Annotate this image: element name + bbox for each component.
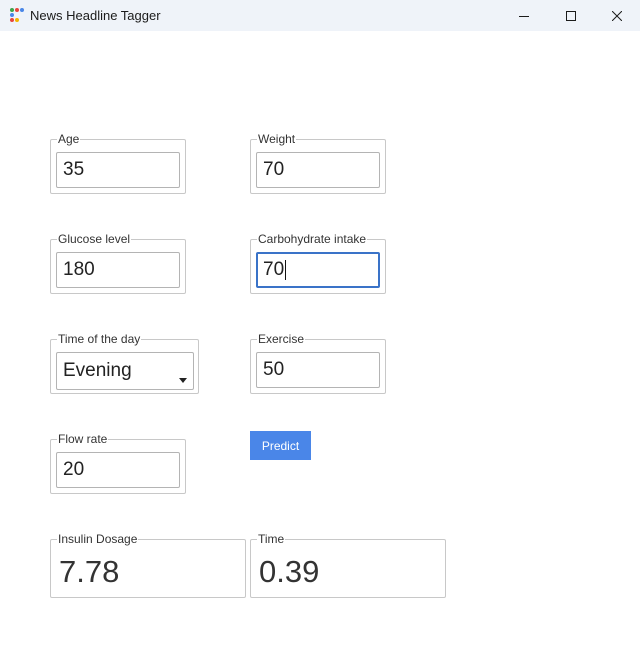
text-caret	[285, 260, 287, 280]
minimize-icon	[519, 15, 529, 17]
flow-rate-label: Flow rate	[57, 432, 109, 446]
close-button[interactable]	[594, 0, 640, 31]
close-icon	[612, 10, 622, 21]
weight-group: Weight 70	[250, 132, 386, 194]
time-of-day-label: Time of the day	[57, 332, 142, 346]
carbs-input[interactable]: 70	[256, 252, 380, 288]
age-input[interactable]: 35	[56, 152, 180, 188]
app-logo-icon	[10, 8, 24, 22]
exercise-label: Exercise	[257, 332, 306, 346]
weight-input[interactable]: 70	[256, 152, 380, 188]
flow-rate-input[interactable]: 20	[56, 452, 180, 488]
weight-label: Weight	[257, 132, 297, 146]
time-of-day-group: Time of the day Evening	[50, 332, 199, 394]
carbs-value: 70	[263, 259, 285, 280]
exercise-group: Exercise 50	[250, 332, 386, 394]
glucose-group: Glucose level 180	[50, 232, 186, 294]
glucose-input[interactable]: 180	[56, 252, 180, 288]
maximize-button[interactable]	[548, 0, 594, 31]
carbs-group: Carbohydrate intake 70	[250, 232, 386, 294]
predict-button[interactable]: Predict	[250, 431, 311, 460]
glucose-value: 180	[63, 259, 95, 280]
age-value: 35	[63, 159, 85, 180]
insulin-dosage-group: Insulin Dosage 7.78	[50, 532, 246, 598]
glucose-label: Glucose level	[57, 232, 132, 246]
insulin-dosage-value: 7.78	[59, 554, 120, 589]
time-result-value: 0.39	[259, 554, 320, 589]
weight-value: 70	[263, 159, 285, 180]
title-bar[interactable]: News Headline Tagger	[0, 0, 640, 31]
exercise-value: 50	[263, 359, 285, 380]
age-label: Age	[57, 132, 81, 146]
time-result-label: Time	[257, 532, 286, 546]
time-of-day-select[interactable]: Evening	[56, 352, 194, 390]
flow-rate-group: Flow rate 20	[50, 432, 186, 494]
age-group: Age 35	[50, 132, 186, 194]
insulin-dosage-label: Insulin Dosage	[57, 532, 139, 546]
flow-rate-value: 20	[63, 459, 85, 480]
window-title: News Headline Tagger	[30, 8, 161, 23]
time-of-day-value: Evening	[63, 360, 132, 381]
time-result-group: Time 0.39	[250, 532, 446, 598]
exercise-input[interactable]: 50	[256, 352, 380, 388]
maximize-icon	[566, 10, 576, 21]
minimize-button[interactable]	[501, 0, 547, 31]
app-window: News Headline Tagger Age 35 Weight 70 Gl…	[0, 0, 640, 671]
carbs-label: Carbohydrate intake	[257, 232, 368, 246]
dropdown-arrow-icon	[179, 378, 187, 383]
